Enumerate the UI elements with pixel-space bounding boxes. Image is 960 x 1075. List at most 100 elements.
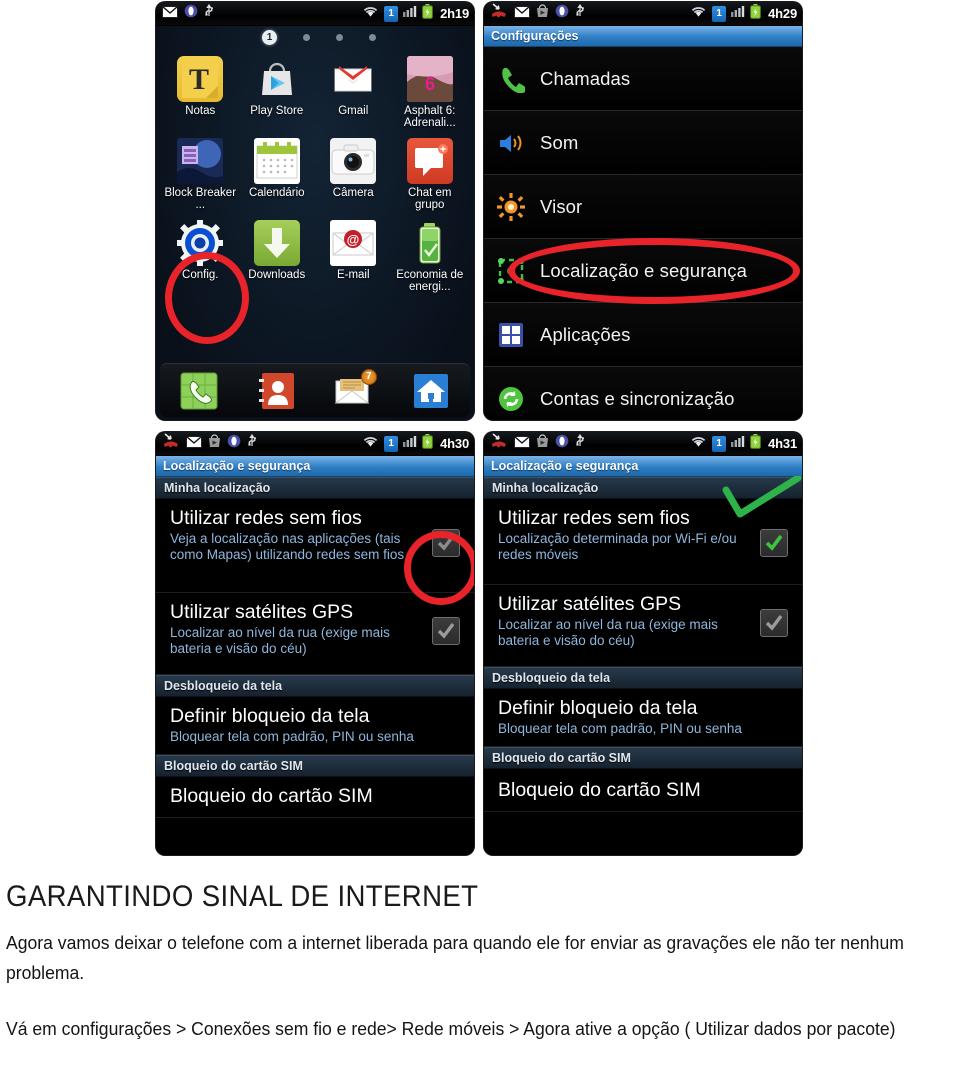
sync-icon xyxy=(496,384,526,414)
signal-icon xyxy=(731,435,745,453)
app-downloads[interactable]: Downloads xyxy=(239,214,316,294)
option-description: Localizar ao nível da rua (exige mais ba… xyxy=(170,625,390,656)
option-utilizar-redes-sem-fios[interactable]: Utilizar redes sem fios Veja a localizaç… xyxy=(156,499,474,593)
section-header-bloqueio-cartao-sim: Bloqueio do cartão SIM xyxy=(484,747,802,769)
app-label: Câmera xyxy=(332,186,374,199)
app-label: E-mail xyxy=(336,268,370,281)
app-label: Gmail xyxy=(338,105,369,117)
status-clock: 4h31 xyxy=(768,436,797,451)
screen-title: Localização e segurança xyxy=(484,456,802,477)
app-notas[interactable]: T Notas xyxy=(162,50,239,130)
usb-icon xyxy=(247,433,257,453)
option-description: Veja a localização nas aplicações (tais … xyxy=(170,531,405,562)
checkbox-utilizar-redes-sem-fios[interactable] xyxy=(760,529,788,557)
app-label: Economia de energi... xyxy=(396,268,464,294)
settings-row-chamadas[interactable]: Chamadas xyxy=(484,47,802,111)
option-utilizar-satelites-gps[interactable]: Utilizar satélites GPS Localizar ao níve… xyxy=(484,585,802,667)
contacts-icon[interactable] xyxy=(256,371,296,411)
message-icon xyxy=(186,435,202,453)
app-chat-em-grupo[interactable]: Chat em grupo xyxy=(392,132,469,212)
settings-row-visor[interactable]: Visor xyxy=(484,175,802,239)
option-title: Utilizar satélites GPS xyxy=(498,593,682,615)
settings-row-aplicacoes[interactable]: Aplicações xyxy=(484,303,802,367)
sim-1-icon: 1 xyxy=(712,5,727,22)
status-bar: 1 4h29 xyxy=(484,2,802,26)
option-bloqueio-do-cartao-sim[interactable]: Bloqueio do cartão SIM xyxy=(156,777,474,818)
page-title: GARANTINDO SINAL DE INTERNET xyxy=(6,880,479,913)
email-icon: @ xyxy=(330,219,377,266)
messages-icon[interactable]: 7 xyxy=(334,368,377,411)
sim-1-icon: 1 xyxy=(384,435,399,452)
page-indicator: 1 xyxy=(156,26,474,48)
app-label: Calendário xyxy=(248,186,305,199)
home-icon[interactable] xyxy=(411,371,451,411)
option-definir-bloqueio-da-tela[interactable]: Definir bloqueio da tela Bloquear tela c… xyxy=(156,697,474,755)
settings-row-contas-sincronizacao[interactable]: Contas e sincronização xyxy=(484,367,802,420)
signal-icon xyxy=(403,5,417,23)
app-economia-energia[interactable]: Economia de energi... xyxy=(392,214,469,294)
app-gmail[interactable]: Gmail xyxy=(315,50,392,130)
battery-icon xyxy=(422,433,434,454)
settings-row-label: Contas e sincronização xyxy=(540,388,735,409)
option-utilizar-satelites-gps[interactable]: Utilizar satélites GPS Localizar ao níve… xyxy=(156,593,474,675)
app-block-breaker[interactable]: Block Breaker ... xyxy=(162,132,239,212)
battery-icon xyxy=(750,3,762,24)
usb-icon xyxy=(575,433,585,453)
usb-icon xyxy=(204,3,214,23)
settings-row-som[interactable]: Som xyxy=(484,111,802,175)
signal-icon xyxy=(403,435,417,453)
wifi-icon xyxy=(690,5,707,23)
status-clock: 4h30 xyxy=(440,436,469,451)
power-saving-icon xyxy=(407,220,453,266)
section-header-minha-localizacao: Minha localização xyxy=(156,477,474,499)
option-title: Definir bloqueio da tela xyxy=(498,697,698,719)
battery-icon xyxy=(750,433,762,454)
app-config[interactable]: Config. xyxy=(162,214,239,294)
option-utilizar-redes-sem-fios[interactable]: Utilizar redes sem fios Localização dete… xyxy=(484,499,802,585)
app-play-store[interactable]: Play Store xyxy=(239,50,316,130)
option-title: Utilizar redes sem fios xyxy=(498,507,690,529)
missed-call-icon xyxy=(162,433,180,454)
opera-icon xyxy=(555,434,569,453)
option-title: Utilizar satélites GPS xyxy=(170,601,354,623)
app-label: Chat em grupo xyxy=(408,186,452,212)
option-title: Utilizar redes sem fios xyxy=(170,507,362,529)
checkbox-utilizar-redes-sem-fios[interactable] xyxy=(432,529,460,557)
app-calendario[interactable]: Calendário xyxy=(239,132,316,212)
option-bloqueio-do-cartao-sim[interactable]: Bloqueio do cartão SIM xyxy=(484,769,802,812)
opera-icon xyxy=(555,4,569,23)
app-camera[interactable]: Câmera xyxy=(315,132,392,212)
svg-text:@: @ xyxy=(347,232,360,247)
block-breaker-icon xyxy=(177,137,224,184)
wifi-icon xyxy=(690,435,707,453)
page-dot-current[interactable]: 1 xyxy=(262,29,277,45)
display-icon xyxy=(496,192,526,222)
settings-row-localizacao-seguranca[interactable]: Localização e segurança xyxy=(484,239,802,303)
battery-icon xyxy=(422,3,434,24)
app-asphalt-6[interactable]: 6 Asphalt 6: Adrenali... xyxy=(392,50,469,130)
message-icon xyxy=(514,435,530,453)
page-dot-3[interactable] xyxy=(336,33,343,41)
option-description: Localização determinada por Wi-Fi e/ou r… xyxy=(498,531,737,562)
svg-text:6: 6 xyxy=(425,74,435,94)
status-bar: 1 4h30 xyxy=(156,432,474,456)
calendar-icon xyxy=(253,137,300,184)
app-email[interactable]: @ E-mail xyxy=(315,214,392,294)
app-label: Block Breaker ... xyxy=(164,186,237,212)
settings-list: Chamadas Som Visor Localização e seguran… xyxy=(484,47,802,420)
page-dot-4[interactable] xyxy=(369,33,376,41)
phone-dialer-icon[interactable] xyxy=(179,371,219,411)
page-dot-2[interactable] xyxy=(303,33,310,41)
settings-row-label: Som xyxy=(540,131,579,153)
play-store-icon xyxy=(208,434,221,453)
option-definir-bloqueio-da-tela[interactable]: Definir bloqueio da tela Bloquear tela c… xyxy=(484,689,802,747)
settings-row-label: Visor xyxy=(540,195,583,217)
downloads-icon xyxy=(253,219,300,266)
opera-icon xyxy=(184,4,198,23)
settings-row-label: Localização e segurança xyxy=(540,259,747,281)
sim-1-icon: 1 xyxy=(384,5,399,22)
status-clock: 4h29 xyxy=(768,6,797,21)
checkbox-utilizar-satelites-gps[interactable] xyxy=(760,609,788,637)
checkbox-utilizar-satelites-gps[interactable] xyxy=(432,617,460,645)
notes-icon: T xyxy=(177,56,224,102)
